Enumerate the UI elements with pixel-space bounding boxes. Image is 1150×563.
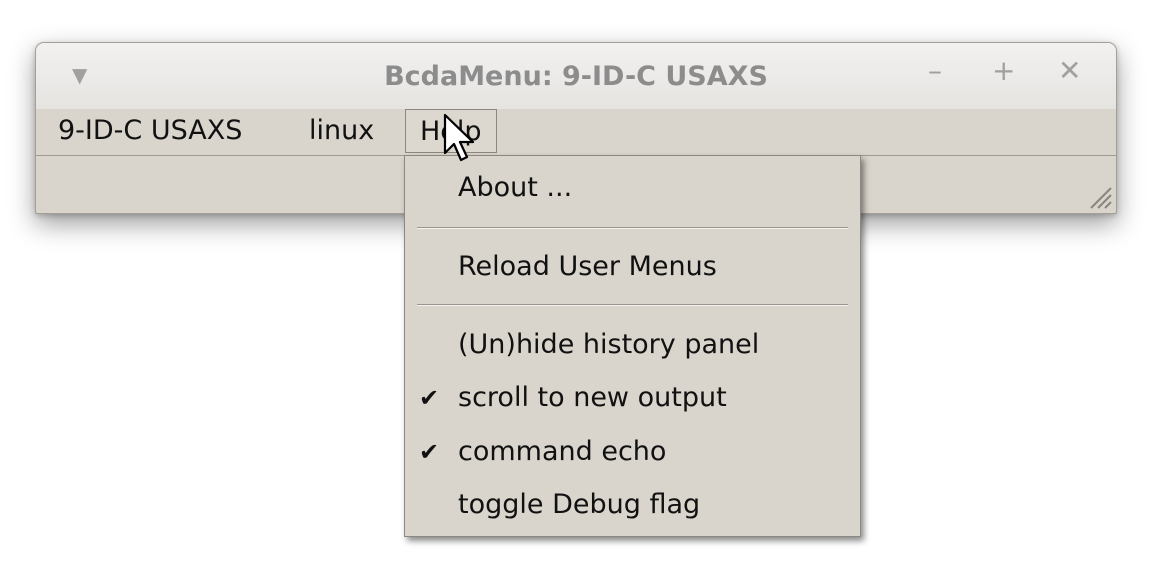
menu-9-id-c-usaxs[interactable]: 9-ID-C USAXS xyxy=(58,109,242,153)
menu-item-label: scroll to new output xyxy=(458,382,727,413)
help-dropdown-menu: About ... Reload User Menus (Un)hide his… xyxy=(404,155,861,537)
menu-separator xyxy=(417,227,848,229)
checkmark-icon: ✔ xyxy=(419,438,440,466)
menu-item-toggle-debug-flag[interactable]: toggle Debug flag xyxy=(405,483,860,527)
menu-item-label: toggle Debug flag xyxy=(458,489,701,520)
menu-item-scroll-to-new-output[interactable]: ✔ scroll to new output xyxy=(405,376,860,420)
menubar: 9-ID-C USAXS linux Help xyxy=(36,109,1116,156)
minimize-icon[interactable]: – xyxy=(928,57,942,85)
checkmark-icon: ✔ xyxy=(419,384,440,412)
menu-item-unhide-history-panel[interactable]: (Un)hide history panel xyxy=(405,323,860,367)
menu-item-label: command echo xyxy=(458,436,667,467)
close-icon[interactable]: ✕ xyxy=(1058,57,1081,85)
maximize-icon[interactable]: + xyxy=(992,57,1015,85)
window-title: BcdaMenu: 9-ID-C USAXS xyxy=(384,61,768,92)
menu-item-about[interactable]: About ... xyxy=(405,166,860,210)
menu-item-command-echo[interactable]: ✔ command echo xyxy=(405,430,860,474)
titlebar[interactable]: ▼ BcdaMenu: 9-ID-C USAXS – + ✕ xyxy=(36,43,1116,110)
menu-item-label: (Un)hide history panel xyxy=(458,329,760,360)
menu-item-reload-user-menus[interactable]: Reload User Menus xyxy=(405,245,860,289)
menu-linux[interactable]: linux xyxy=(309,109,374,153)
menu-item-label: Reload User Menus xyxy=(458,251,717,282)
resize-grip-icon[interactable] xyxy=(1085,182,1113,210)
mouse-pointer-icon xyxy=(443,113,475,162)
menu-separator xyxy=(417,304,848,306)
menu-item-label: About ... xyxy=(458,172,573,203)
